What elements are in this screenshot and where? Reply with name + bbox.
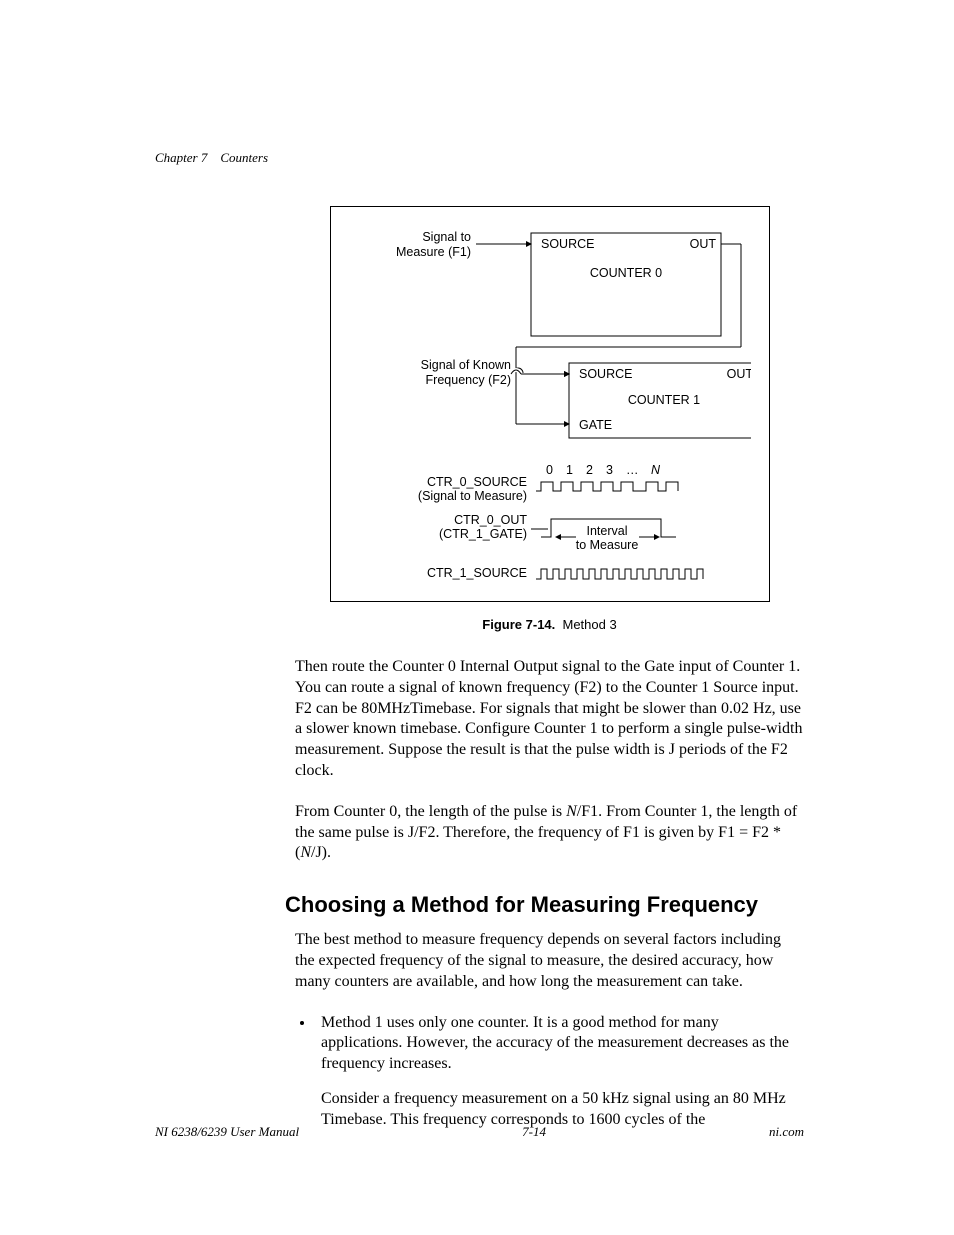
figure-title: Method 3 xyxy=(563,617,617,632)
figure-7-14: Signal to Measure (F1) SOURCE OUT COUNTE… xyxy=(330,206,770,602)
paragraph-1: Then route the Counter 0 Internal Output… xyxy=(295,657,804,782)
svg-text:Measure (F1): Measure (F1) xyxy=(395,245,470,259)
figure-caption: Figure 7-14. Method 3 xyxy=(295,617,804,632)
chapter-number: Chapter 7 xyxy=(155,150,207,165)
svg-text:1: 1 xyxy=(566,463,573,477)
list-item: Method 1 uses only one counter. It is a … xyxy=(315,1013,804,1131)
svg-text:CTR_0_OUT: CTR_0_OUT xyxy=(454,513,527,527)
svg-text:CTR_1_SOURCE: CTR_1_SOURCE xyxy=(426,566,526,580)
section-heading: Choosing a Method for Measuring Frequenc… xyxy=(285,892,804,918)
paragraph-3: The best method to measure frequency dep… xyxy=(295,930,804,992)
main-content: Signal to Measure (F1) SOURCE OUT COUNTE… xyxy=(295,206,804,1131)
svg-text:Interval: Interval xyxy=(586,524,627,538)
svg-text:SOURCE: SOURCE xyxy=(541,237,594,251)
chapter-title: Counters xyxy=(220,150,268,165)
svg-text:COUNTER 1: COUNTER 1 xyxy=(627,393,699,407)
svg-text:GATE: GATE xyxy=(579,418,612,432)
svg-text:Signal to: Signal to xyxy=(422,230,471,244)
svg-text:CTR_0_SOURCE: CTR_0_SOURCE xyxy=(426,475,526,489)
svg-text:COUNTER 0: COUNTER 0 xyxy=(589,266,661,280)
figure-number: Figure 7-14. xyxy=(482,617,555,632)
svg-text:N: N xyxy=(651,463,661,477)
svg-text:Frequency (F2): Frequency (F2) xyxy=(425,373,510,387)
svg-text:(Signal to Measure): (Signal to Measure) xyxy=(417,489,526,503)
running-header: Chapter 7 Counters xyxy=(155,150,804,166)
page-footer: NI 6238/6239 User Manual 7-14 ni.com xyxy=(155,1124,804,1140)
bullet-list: Method 1 uses only one counter. It is a … xyxy=(295,1013,804,1131)
svg-text:0: 0 xyxy=(546,463,553,477)
footer-center: 7-14 xyxy=(522,1124,546,1140)
svg-text:2: 2 xyxy=(586,463,593,477)
diagram-svg: Signal to Measure (F1) SOURCE OUT COUNTE… xyxy=(341,219,751,589)
svg-text:SOURCE: SOURCE xyxy=(579,367,632,381)
footer-left: NI 6238/6239 User Manual xyxy=(155,1124,299,1140)
svg-text:OUT: OUT xyxy=(689,237,716,251)
svg-text:to Measure: to Measure xyxy=(575,538,638,552)
svg-text:…: … xyxy=(626,463,639,477)
svg-text:OUT: OUT xyxy=(726,367,750,381)
footer-right: ni.com xyxy=(769,1124,804,1140)
svg-text:(CTR_1_GATE): (CTR_1_GATE) xyxy=(439,527,527,541)
document-page: Chapter 7 Counters Signal to Measure (F1… xyxy=(0,0,954,1131)
svg-text:Signal of Known: Signal of Known xyxy=(420,358,510,372)
paragraph-2: From Counter 0, the length of the pulse … xyxy=(295,802,804,864)
svg-text:3: 3 xyxy=(606,463,613,477)
